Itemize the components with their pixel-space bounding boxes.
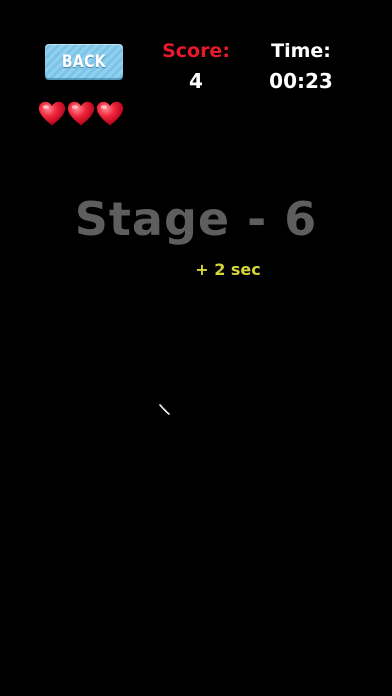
heart-icon <box>96 101 124 126</box>
back-button-label: BACK <box>61 52 107 72</box>
score-value: 4 <box>189 69 203 93</box>
back-button[interactable]: BACK <box>45 44 123 80</box>
lives-indicator <box>38 100 124 128</box>
game-object-spark[interactable] <box>156 402 172 418</box>
heart-icon <box>38 101 66 126</box>
time-label: Time: <box>271 40 331 62</box>
time-value: 00:23 <box>269 69 333 93</box>
score-label: Score: <box>162 40 230 62</box>
heart-icon <box>67 101 95 126</box>
time-bonus-text: + 2 sec <box>195 260 261 279</box>
stage-title: Stage - 6 <box>74 192 318 246</box>
